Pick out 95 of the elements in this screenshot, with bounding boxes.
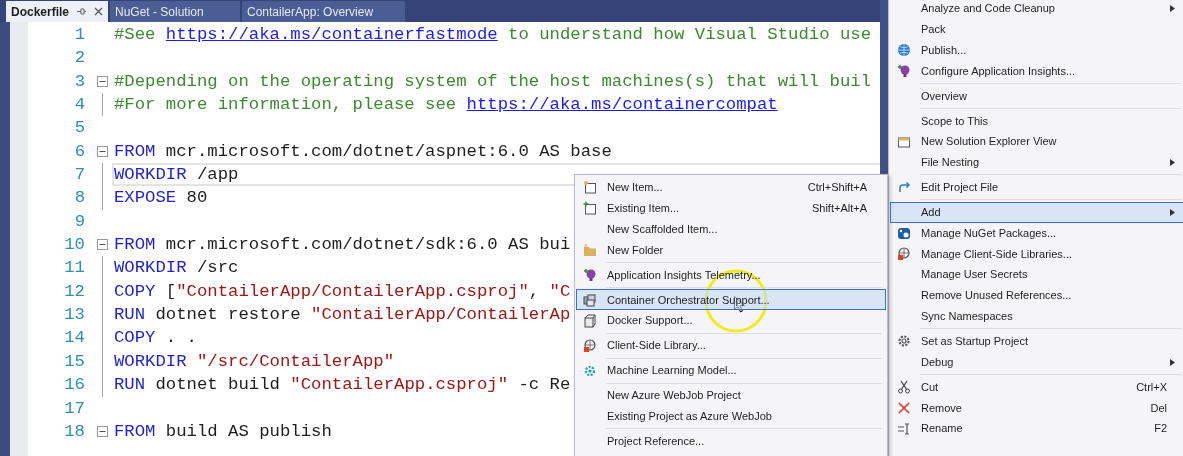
shortcut-text: Shift+Alt+A bbox=[811, 200, 867, 216]
shortcut-text: Del bbox=[1150, 400, 1167, 416]
line-number: 2 bbox=[73, 49, 85, 67]
delete-icon bbox=[897, 400, 911, 415]
code-line: FROM build AS publish bbox=[114, 422, 332, 441]
tab[interactable]: ContailerApp: Overview bbox=[242, 1, 405, 22]
line-number: 13 bbox=[63, 306, 85, 324]
menu-item[interactable]: New Solution Explorer View bbox=[890, 131, 1183, 152]
code-line: FROM mcr.microsoft.com/dotnet/aspnet:6.0 AS base bbox=[114, 142, 612, 161]
line-number: 17 bbox=[63, 399, 85, 417]
menu-item[interactable]: Client-Side Library... bbox=[576, 335, 886, 356]
line-number: 6 bbox=[73, 142, 85, 161]
menu-item[interactable]: Machine Learning Model... bbox=[576, 360, 886, 381]
line-number: 14 bbox=[63, 329, 85, 347]
shortcut-text: Ctrl+X bbox=[1136, 379, 1167, 395]
code-line: WORKDIR /app bbox=[114, 166, 239, 184]
line-number: 15 bbox=[63, 352, 85, 371]
code-line: #For more information, please see https://aka.ms/containercompat bbox=[114, 96, 778, 114]
code-line: FROM mcr.microsoft.com/dotnet/sdk:6.0 AS bui bbox=[114, 236, 571, 254]
line-number: 7 bbox=[73, 166, 85, 184]
add-item-icon bbox=[583, 201, 597, 216]
line-number: 12 bbox=[63, 282, 85, 301]
pin-icon[interactable] bbox=[77, 7, 86, 16]
collapse-icon[interactable] bbox=[97, 426, 108, 437]
menu-item[interactable]: Manage NuGet Packages... bbox=[890, 222, 1183, 244]
globe-icon bbox=[897, 43, 911, 57]
tab[interactable]: NuGet - Solution bbox=[110, 1, 240, 22]
menu-item[interactable]: Add bbox=[890, 201, 1183, 223]
cube-icon bbox=[583, 313, 597, 328]
menu-item[interactable]: Publish... bbox=[890, 39, 1183, 61]
collapse-icon[interactable] bbox=[97, 145, 108, 157]
package-icon bbox=[897, 226, 911, 241]
tab[interactable]: Dockerfile bbox=[6, 1, 108, 22]
code-line: #See https://aka.ms/containerfastmode to understand how Visual Studio use bbox=[114, 26, 872, 44]
line-number: 5 bbox=[73, 119, 85, 137]
menu-item[interactable]: New Azure WebJob Project bbox=[576, 385, 886, 406]
menu-item[interactable]: Sync Namespaces bbox=[890, 305, 1183, 327]
code-line: RUN dotnet build "ContailerApp.csproj" -c Re bbox=[114, 376, 571, 394]
line-number: 10 bbox=[63, 236, 85, 254]
menu-item[interactable]: New Scaffolded Item... bbox=[576, 218, 886, 240]
line-number: 4 bbox=[73, 96, 85, 114]
lightbulb-icon bbox=[897, 63, 911, 78]
menu-item[interactable]: Overview bbox=[890, 85, 1183, 107]
library-icon bbox=[583, 338, 597, 353]
code-line: EXPOSE 80 bbox=[114, 189, 208, 207]
menu-item[interactable]: Set as Startup Project bbox=[890, 330, 1183, 352]
rename-icon bbox=[897, 421, 911, 436]
line-number: 3 bbox=[73, 72, 85, 90]
cog-icon bbox=[583, 363, 597, 378]
window-icon bbox=[897, 134, 911, 149]
menu-item[interactable]: New Folder bbox=[576, 239, 886, 261]
menu-item[interactable]: Configure Application Insights... bbox=[890, 60, 1183, 82]
menu-item[interactable]: Container Orchestrator Support... bbox=[576, 289, 886, 311]
menu-item[interactable]: Remove Del bbox=[890, 397, 1183, 419]
shortcut-text: Ctrl+Shift+A bbox=[807, 180, 867, 196]
menu-item[interactable]: Cut Ctrl+X bbox=[890, 376, 1183, 398]
menu-item[interactable]: Existing Project as Azure WebJob bbox=[576, 405, 886, 427]
menu-item[interactable]: Analyze and Code Cleanup bbox=[890, 0, 1183, 19]
close-icon[interactable] bbox=[94, 7, 103, 16]
collapse-icon[interactable] bbox=[97, 75, 108, 87]
code-line: COPY ["ContailerApp/ContailerApp.csproj", "C bbox=[114, 282, 571, 301]
new-item-icon bbox=[583, 180, 597, 195]
menu-item[interactable]: New Item... Ctrl+Shift+A bbox=[576, 177, 886, 198]
menu-item[interactable]: Project Reference... bbox=[576, 430, 886, 452]
line-number: 11 bbox=[63, 259, 85, 277]
code-line: #Depending on the operating system of the host machines(s) that will buil bbox=[114, 72, 872, 90]
menu-item[interactable]: Rename F2 bbox=[890, 418, 1183, 440]
redo-arrow-icon bbox=[897, 180, 911, 195]
line-number: 8 bbox=[73, 189, 85, 207]
line-number: 9 bbox=[73, 212, 85, 231]
code-line: WORKDIR "/src/ContailerApp" bbox=[114, 352, 394, 371]
menu-item[interactable]: Manage User Secrets bbox=[890, 264, 1183, 286]
library-icon bbox=[897, 246, 911, 261]
menu-item[interactable]: Pack bbox=[890, 18, 1183, 40]
code-line: WORKDIR /src bbox=[114, 259, 239, 277]
collapse-icon[interactable] bbox=[97, 239, 108, 251]
line-number: 16 bbox=[63, 376, 85, 394]
line-number: 18 bbox=[63, 422, 85, 441]
line-number: 1 bbox=[73, 26, 85, 44]
code-line: RUN dotnet restore "ContailerApp/ContailerAp bbox=[114, 306, 571, 324]
menu-item[interactable]: Edit Project File bbox=[890, 176, 1183, 198]
code-line: COPY . . bbox=[114, 329, 197, 347]
menu-item[interactable]: Scope to This bbox=[890, 110, 1183, 132]
menu-item[interactable]: Remove Unused References... bbox=[890, 285, 1183, 306]
shortcut-text: F2 bbox=[1154, 421, 1167, 437]
menu-item[interactable]: Docker Support... bbox=[576, 310, 886, 331]
gear-icon bbox=[897, 334, 911, 349]
menu-item[interactable]: Existing Item... Shift+Alt+A bbox=[576, 197, 886, 219]
menu-item[interactable]: Debug bbox=[890, 351, 1183, 373]
scissors-icon bbox=[897, 380, 911, 395]
folder-icon bbox=[583, 242, 597, 257]
menu-item[interactable]: Manage Client-Side Libraries... bbox=[890, 243, 1183, 265]
lightbulb-icon bbox=[583, 267, 597, 282]
menu-item[interactable]: File Nesting bbox=[890, 151, 1183, 173]
containers-icon bbox=[583, 292, 597, 307]
